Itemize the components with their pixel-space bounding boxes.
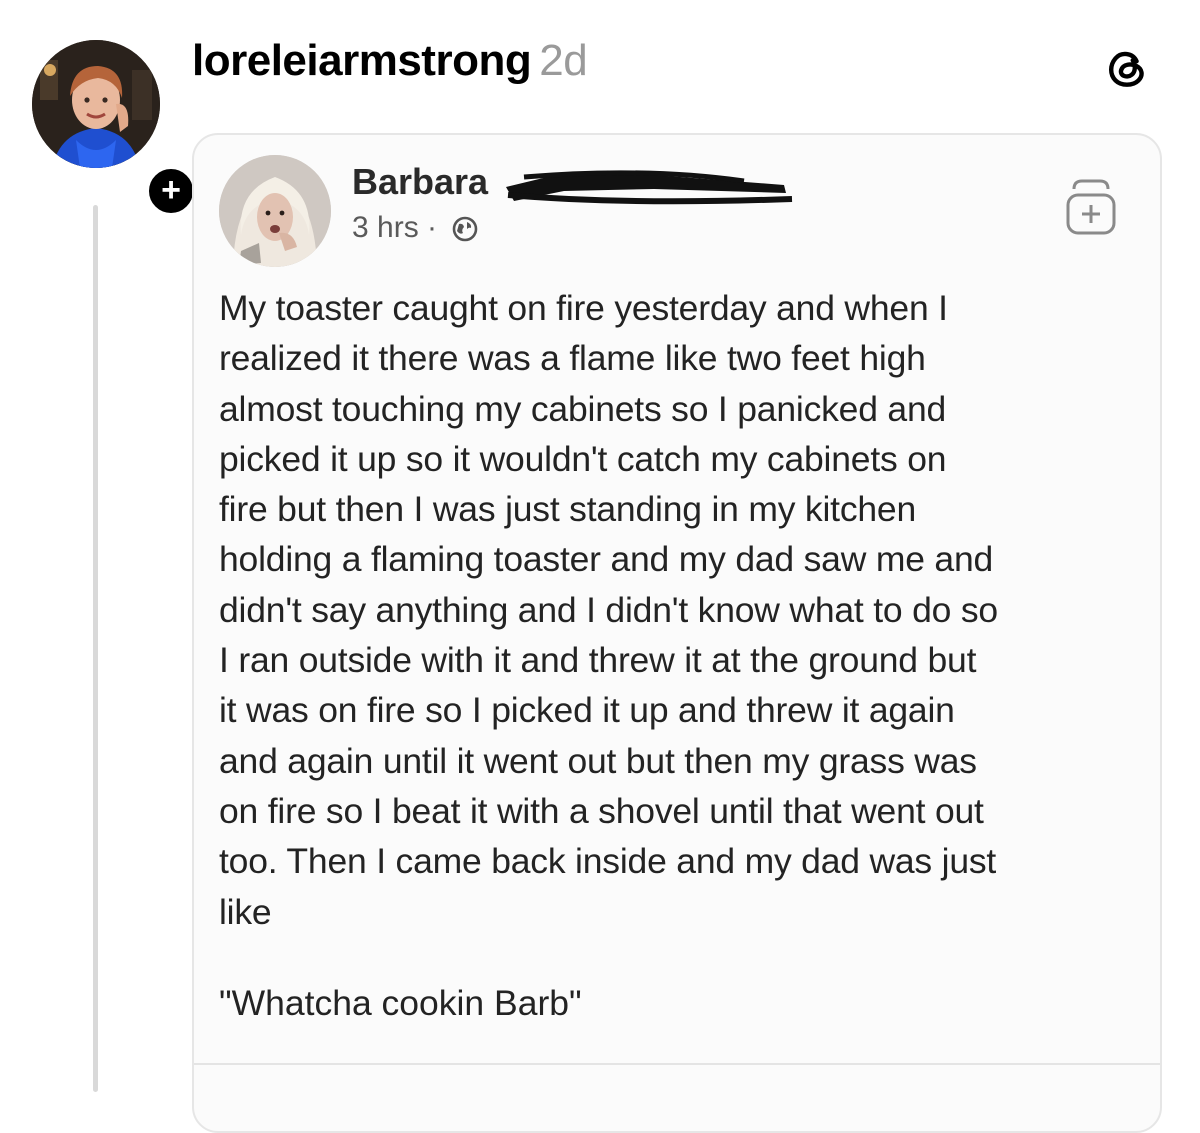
globe-icon	[453, 216, 478, 242]
avatar[interactable]	[32, 40, 160, 168]
post-time[interactable]: 3 hrs	[352, 211, 419, 244]
author-avatar-image	[219, 155, 331, 267]
profile-avatar-wrapper[interactable]: +	[32, 40, 198, 218]
embedded-facebook-post[interactable]: Barbara 3 hrs · My toaster caught on fir…	[192, 133, 1162, 1133]
thread-line	[93, 205, 98, 1092]
threads-logo-icon[interactable]	[1104, 44, 1150, 90]
avatar-image	[32, 40, 160, 168]
post-quote: "Whatcha cookin Barb"	[219, 983, 582, 1023]
post-timestamp: 2d	[539, 36, 588, 85]
meta-separator: ·	[427, 211, 438, 244]
username-link[interactable]: loreleiarmstrong	[192, 36, 532, 85]
save-icon[interactable]	[1062, 175, 1120, 237]
follow-button[interactable]: +	[144, 164, 198, 218]
post-header: loreleiarmstrong 2d	[192, 36, 588, 86]
post-body-text: My toaster caught on fire yesterday and …	[219, 288, 998, 932]
post-meta: 3 hrs ·	[352, 211, 479, 245]
author-avatar[interactable]	[219, 155, 331, 267]
author-name[interactable]: Barbara	[352, 161, 488, 203]
redaction-scribble	[506, 170, 793, 205]
card-divider	[194, 1063, 1160, 1065]
